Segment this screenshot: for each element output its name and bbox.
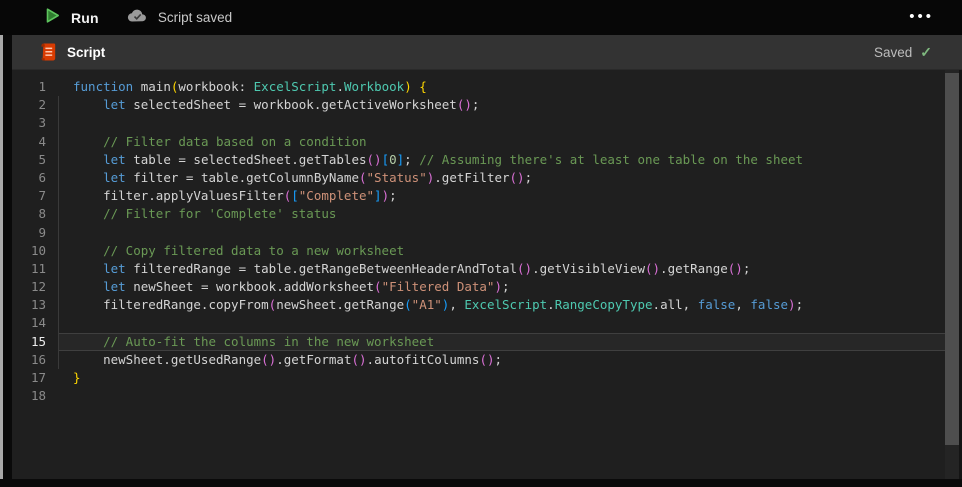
line-number: 17 — [30, 370, 46, 385]
code-text: filteredRange.copyFrom(newSheet.getRange… — [73, 297, 804, 313]
line-number: 14 — [30, 315, 46, 331]
line-number: 4 — [38, 133, 46, 149]
code-text: filter.applyValuesFilter(["Complete"]); — [73, 188, 397, 204]
code-text: newSheet.getUsedRange().getFormat().auto… — [73, 351, 503, 367]
line-number: 8 — [38, 206, 46, 222]
code-text: let filteredRange = table.getRangeBetwee… — [103, 260, 751, 276]
code-text: function main(workbook: ExcelScript.Work… — [73, 79, 427, 94]
line-number: 16 — [30, 351, 46, 367]
code-line[interactable]: 7 filter.applyValuesFilter(["Complete"])… — [12, 187, 962, 205]
code-line[interactable]: 16 newSheet.getUsedRange().getFormat().a… — [12, 351, 962, 369]
line-number: 11 — [30, 260, 46, 276]
code-lines: 1 function main(workbook: ExcelScript.Wor… — [12, 78, 962, 405]
toolbar: Run Script saved ••• — [0, 0, 962, 35]
code-line[interactable]: 13 filteredRange.copyFrom(newSheet.getRa… — [12, 296, 962, 314]
office-scripts-pane: Run Script saved ••• Script Saved ✓ 1 fu… — [0, 0, 962, 487]
line-number: 15 — [30, 333, 46, 349]
code-text: // Filter data based on a condition — [103, 133, 367, 149]
line-number: 18 — [30, 388, 46, 404]
code-text: let table = selectedSheet.getTables()[0]… — [103, 151, 804, 167]
code-line[interactable]: 9 — [12, 224, 962, 242]
line-number: 9 — [38, 224, 46, 240]
code-line[interactable]: 14 — [12, 314, 962, 332]
script-saved-status: Script saved — [127, 8, 232, 28]
pane-left-border — [3, 35, 12, 487]
code-line[interactable]: 11 let filteredRange = table.getRangeBet… — [12, 260, 962, 278]
code-line[interactable]: 12 let newSheet = workbook.addWorksheet(… — [12, 278, 962, 296]
code-line[interactable]: 3 — [12, 114, 962, 132]
code-line[interactable]: 1 function main(workbook: ExcelScript.Wor… — [12, 78, 962, 96]
code-line[interactable]: 8 // Filter for 'Complete' status — [12, 205, 962, 223]
more-options-button[interactable]: ••• — [909, 2, 934, 32]
code-text: let newSheet = workbook.addWorksheet("Fi… — [103, 279, 510, 295]
code-line[interactable]: 2 let selectedSheet = workbook.getActive… — [12, 96, 962, 114]
saved-status-badge: Saved ✓ — [874, 44, 932, 61]
scrollbar-thumb[interactable] — [945, 73, 959, 445]
pane-bottom-edge — [0, 479, 962, 487]
line-number: 5 — [38, 151, 46, 167]
code-text: // Auto-fit the columns in the new works… — [58, 332, 962, 351]
code-line[interactable]: 10 // Copy filtered data to a new worksh… — [12, 242, 962, 260]
script-saved-label: Script saved — [157, 10, 233, 25]
script-file-icon — [38, 42, 57, 62]
code-text: // Filter for 'Complete' status — [103, 206, 337, 222]
script-tab-title[interactable]: Script — [67, 45, 105, 60]
code-line[interactable]: 15 // Auto-fit the columns in the new wo… — [12, 332, 962, 351]
line-number: 12 — [30, 279, 46, 295]
run-button[interactable]: Run — [44, 7, 99, 29]
line-number: 6 — [38, 169, 46, 185]
cloud-saved-icon — [127, 8, 148, 28]
code-editor[interactable]: 1 function main(workbook: ExcelScript.Wor… — [12, 70, 962, 479]
code-line[interactable]: 4 // Filter data based on a condition — [12, 133, 962, 151]
code-text: let selectedSheet = workbook.getActiveWo… — [103, 97, 480, 113]
line-number: 3 — [38, 115, 46, 131]
indent-guide — [58, 96, 59, 369]
code-line[interactable]: 17} — [12, 369, 962, 387]
code-text: // Copy filtered data to a new worksheet — [103, 242, 405, 258]
line-number: 13 — [30, 297, 46, 313]
code-line[interactable]: 5 let table = selectedSheet.getTables()[… — [12, 151, 962, 169]
code-text: let filter = table.getColumnByName("Stat… — [103, 169, 533, 185]
line-number: 10 — [30, 242, 46, 258]
line-number: 2 — [38, 97, 46, 113]
code-line[interactable]: 6 let filter = table.getColumnByName("St… — [12, 169, 962, 187]
code-line[interactable]: 18 — [12, 387, 962, 405]
run-button-label: Run — [71, 9, 99, 26]
line-number: 1 — [38, 79, 46, 94]
saved-label: Saved — [873, 44, 913, 60]
code-text: } — [73, 370, 81, 385]
script-header: Script Saved ✓ — [12, 35, 962, 70]
saved-check-icon: ✓ — [920, 43, 932, 60]
line-number: 7 — [38, 188, 46, 204]
play-icon — [44, 7, 61, 29]
